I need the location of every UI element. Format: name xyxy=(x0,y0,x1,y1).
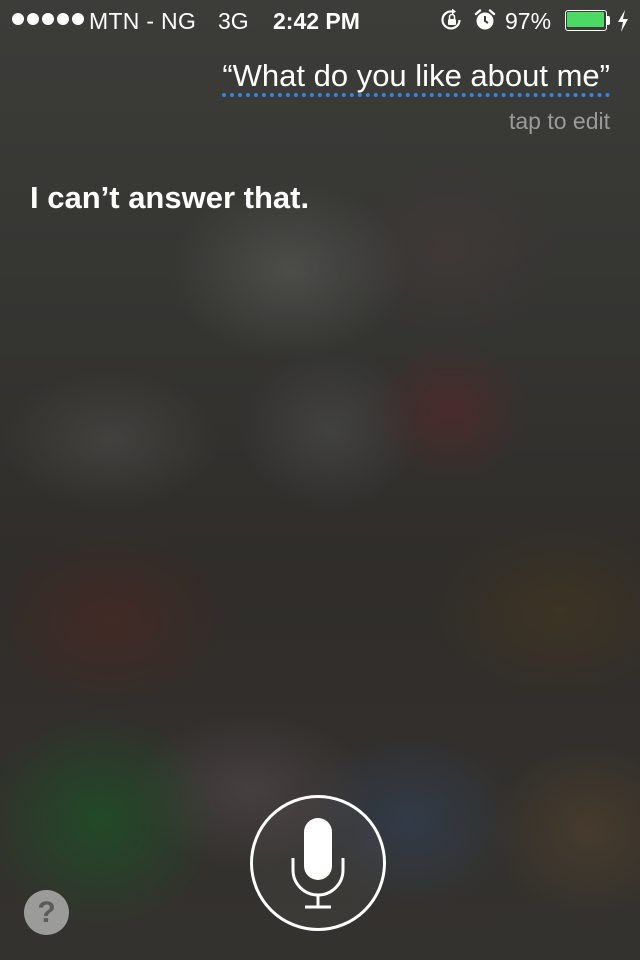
status-time: 2:42 PM xyxy=(273,8,360,34)
network-type: 3G xyxy=(218,8,249,34)
signal-dots-icon xyxy=(12,13,84,25)
query-text[interactable]: “What do you like about me” xyxy=(222,58,610,97)
help-button[interactable]: ? xyxy=(24,890,69,935)
battery-percentage: 97% xyxy=(505,8,552,34)
alarm-clock-icon xyxy=(474,9,496,30)
microphone-button[interactable] xyxy=(250,795,386,931)
battery-icon xyxy=(565,10,611,31)
carrier-name: MTN - NG xyxy=(89,8,197,34)
status-bar: MTN - NG 3G 2:42 PM 97% xyxy=(0,0,640,40)
tap-to-edit-hint[interactable]: tap to edit xyxy=(509,108,610,135)
microphone-icon xyxy=(291,818,345,909)
battery-level-fill xyxy=(567,12,604,27)
siri-response: I can’t answer that. xyxy=(30,180,310,215)
charging-bolt-icon xyxy=(618,10,628,32)
siri-screen: MTN - NG 3G 2:42 PM 97% “What do you lik… xyxy=(0,0,640,960)
rotation-lock-icon xyxy=(441,9,461,30)
siri-query[interactable]: “What do you like about me” xyxy=(222,58,610,97)
